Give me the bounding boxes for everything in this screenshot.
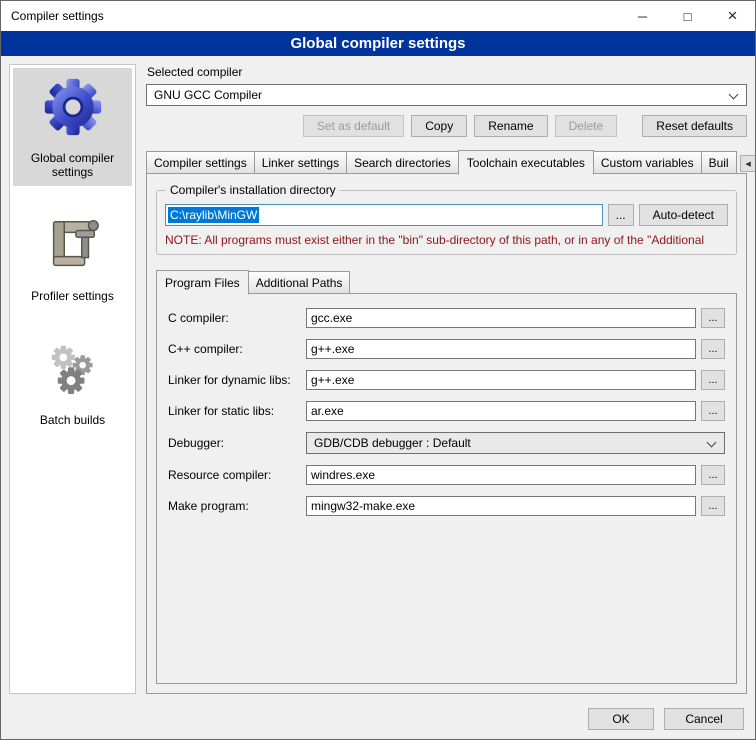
delete-button[interactable]: Delete <box>555 115 618 137</box>
ok-button[interactable]: OK <box>588 708 654 730</box>
compiler-actions: Set as default Copy Rename Delete Reset … <box>146 115 747 137</box>
installation-directory-row: C:\raylib\MinGW ... Auto-detect <box>165 204 728 226</box>
compiler-settings-dialog: Compiler settings ─ □ × Global compiler … <box>0 0 756 740</box>
sidebar-item-label: Batch builds <box>40 413 105 427</box>
chevron-down-icon <box>729 90 739 100</box>
sidebar-item-label: Global compiler settings <box>15 151 130 179</box>
program-files-panel: C compiler: gcc.exe ... C++ compiler: g+… <box>156 293 737 684</box>
sidebar-item-batch-builds[interactable]: Batch builds <box>13 330 132 434</box>
settings-tabstrip: Compiler settings Linker settings Search… <box>146 150 747 174</box>
resource-compiler-label: Resource compiler: <box>168 468 306 482</box>
resource-compiler-input[interactable]: windres.exe <box>306 465 696 485</box>
tab-toolchain-executables[interactable]: Toolchain executables <box>458 150 594 175</box>
main-panel: Selected compiler GNU GCC Compiler Set a… <box>146 64 747 694</box>
debugger-row: Debugger: GDB/CDB debugger : Default <box>168 432 725 454</box>
resource-compiler-value: windres.exe <box>311 468 375 482</box>
linker-dynamic-input[interactable]: g++.exe <box>306 370 696 390</box>
auto-detect-button[interactable]: Auto-detect <box>639 204 728 226</box>
compiler-select[interactable]: GNU GCC Compiler <box>146 84 747 106</box>
cpp-compiler-row: C++ compiler: g++.exe ... <box>168 339 725 359</box>
make-program-value: mingw32-make.exe <box>311 499 415 513</box>
browse-cpp-compiler-button[interactable]: ... <box>701 339 725 359</box>
subtab-program-files[interactable]: Program Files <box>156 270 249 295</box>
c-compiler-value: gcc.exe <box>311 311 352 325</box>
subtab-additional-paths[interactable]: Additional Paths <box>248 271 351 294</box>
installation-directory-input[interactable]: C:\raylib\MinGW <box>165 204 603 226</box>
c-compiler-input[interactable]: gcc.exe <box>306 308 696 328</box>
maximize-icon[interactable]: □ <box>665 1 710 31</box>
rename-button[interactable]: Rename <box>474 115 547 137</box>
window-title: Compiler settings <box>1 9 104 23</box>
linker-dynamic-value: g++.exe <box>311 373 354 387</box>
sidebar-item-label: Profiler settings <box>31 289 114 303</box>
tab-search-directories[interactable]: Search directories <box>346 151 459 174</box>
cancel-button[interactable]: Cancel <box>664 708 744 730</box>
copy-button[interactable]: Copy <box>411 115 467 137</box>
debugger-label: Debugger: <box>168 436 306 450</box>
page-title: Global compiler settings <box>1 31 755 56</box>
debugger-value: GDB/CDB debugger : Default <box>314 436 471 450</box>
cpp-compiler-value: g++.exe <box>311 342 354 356</box>
c-compiler-row: C compiler: gcc.exe ... <box>168 308 725 328</box>
tab-scroll-left-icon[interactable]: ◀ <box>740 155 756 172</box>
tab-compiler-settings[interactable]: Compiler settings <box>146 151 255 174</box>
browse-c-compiler-button[interactable]: ... <box>701 308 725 328</box>
browse-linker-dynamic-button[interactable]: ... <box>701 370 725 390</box>
toolchain-executables-panel: Compiler's installation directory C:\ray… <box>146 173 747 694</box>
clamp-tool-icon <box>42 214 104 276</box>
installation-directory-group: Compiler's installation directory C:\ray… <box>156 190 737 255</box>
window-controls: ─ □ × <box>620 1 755 31</box>
selected-compiler-label: Selected compiler <box>147 65 747 79</box>
cpp-compiler-input[interactable]: g++.exe <box>306 339 696 359</box>
bin-subdirectory-note: NOTE: All programs must exist either in … <box>165 233 728 247</box>
browse-resource-compiler-button[interactable]: ... <box>701 465 725 485</box>
sidebar-item-global-compiler-settings[interactable]: Global compiler settings <box>13 68 132 186</box>
settings-category-list: Global compiler settings Profiler settin… <box>9 64 136 694</box>
gear-stack-icon <box>42 338 104 400</box>
sidebar-item-profiler-settings[interactable]: Profiler settings <box>13 206 132 310</box>
tab-custom-variables[interactable]: Custom variables <box>593 151 702 174</box>
make-program-label: Make program: <box>168 499 306 513</box>
resource-compiler-row: Resource compiler: windres.exe ... <box>168 465 725 485</box>
blue-gear-icon <box>42 76 104 138</box>
installation-directory-group-title: Compiler's installation directory <box>166 183 340 197</box>
program-files-tabstrip: Program Files Additional Paths <box>156 270 737 294</box>
c-compiler-label: C compiler: <box>168 311 306 325</box>
installation-directory-value: C:\raylib\MinGW <box>168 207 259 223</box>
linker-dynamic-label: Linker for dynamic libs: <box>168 373 306 387</box>
linker-static-row: Linker for static libs: ar.exe ... <box>168 401 725 421</box>
tab-build-options-clipped[interactable]: Buil <box>701 151 737 174</box>
tab-linker-settings[interactable]: Linker settings <box>254 151 347 174</box>
compiler-select-value: GNU GCC Compiler <box>154 88 262 102</box>
linker-static-label: Linker for static libs: <box>168 404 306 418</box>
chevron-down-icon <box>707 438 717 448</box>
browse-make-program-button[interactable]: ... <box>701 496 725 516</box>
linker-static-value: ar.exe <box>311 404 344 418</box>
make-program-row: Make program: mingw32-make.exe ... <box>168 496 725 516</box>
browse-linker-static-button[interactable]: ... <box>701 401 725 421</box>
tab-scroll-controls: ◀ ▶ <box>736 155 756 172</box>
minimize-icon[interactable]: ─ <box>620 1 665 31</box>
debugger-select[interactable]: GDB/CDB debugger : Default <box>306 432 725 454</box>
title-bar[interactable]: Compiler settings ─ □ × <box>1 1 755 31</box>
make-program-input[interactable]: mingw32-make.exe <box>306 496 696 516</box>
close-icon[interactable]: × <box>710 1 755 31</box>
set-as-default-button[interactable]: Set as default <box>303 115 404 137</box>
cpp-compiler-label: C++ compiler: <box>168 342 306 356</box>
browse-directory-button[interactable]: ... <box>608 204 634 226</box>
reset-defaults-button[interactable]: Reset defaults <box>642 115 747 137</box>
dialog-footer: OK Cancel <box>588 708 744 730</box>
linker-dynamic-row: Linker for dynamic libs: g++.exe ... <box>168 370 725 390</box>
dialog-content: Global compiler settings Profiler settin… <box>1 56 755 694</box>
linker-static-input[interactable]: ar.exe <box>306 401 696 421</box>
